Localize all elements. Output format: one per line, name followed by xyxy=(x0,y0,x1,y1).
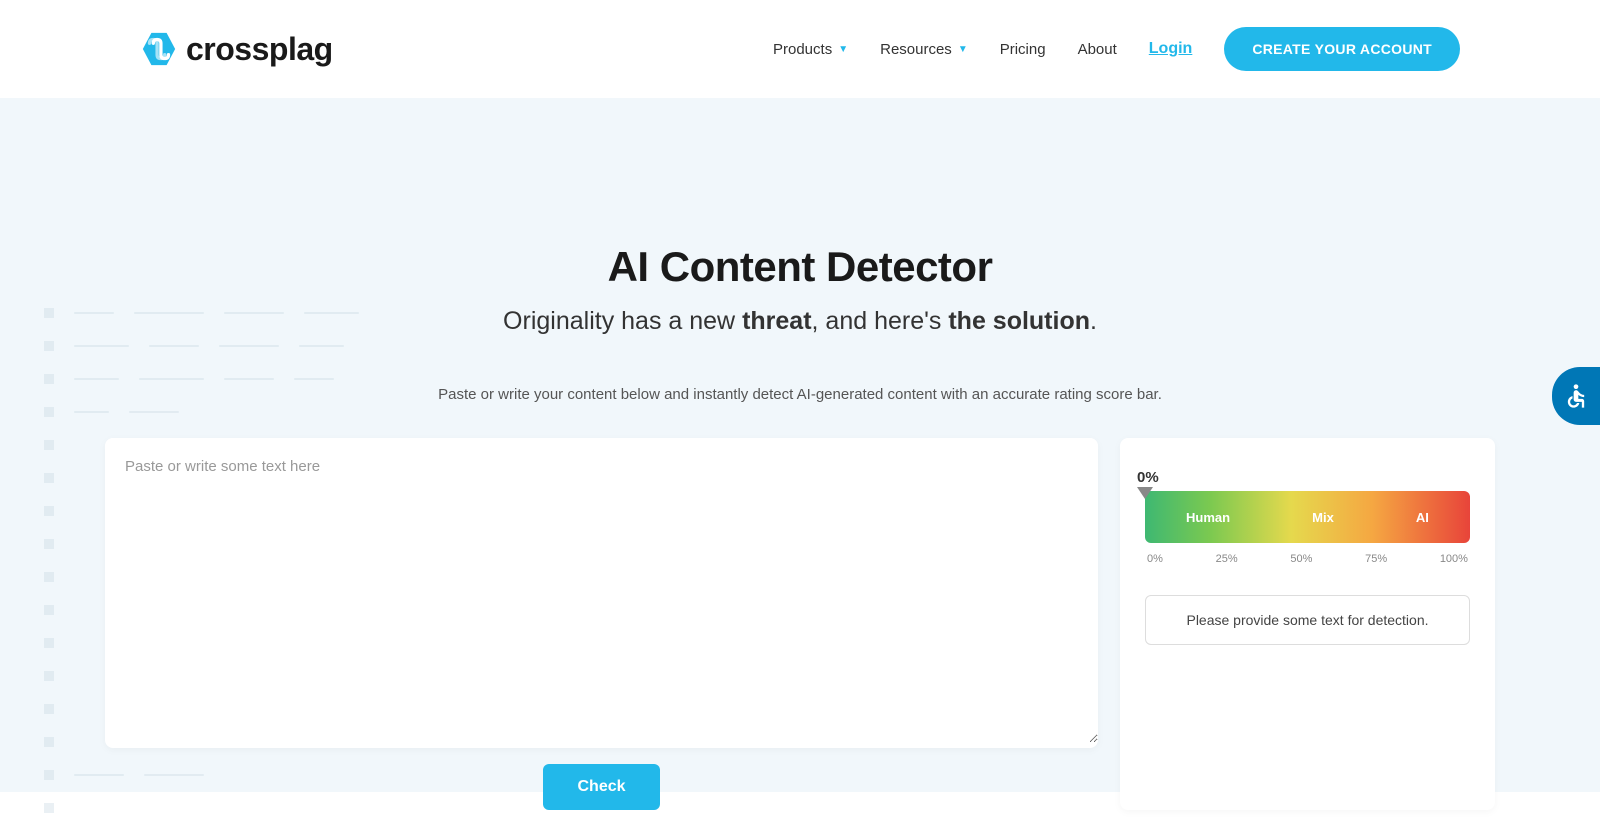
hero-content: AI Content Detector Originality has a ne… xyxy=(350,243,1250,403)
hero-section: AI Content Detector Originality has a ne… xyxy=(0,98,1600,792)
tick-0: 0% xyxy=(1147,553,1163,565)
score-pointer-icon xyxy=(1137,487,1153,499)
bar-label-human: Human xyxy=(1186,510,1230,525)
tick-labels: 0% 25% 50% 75% 100% xyxy=(1145,553,1470,565)
hero-subtitle: Originality has a new threat, and here's… xyxy=(350,307,1250,336)
detection-message: Please provide some text for detection. xyxy=(1145,595,1470,645)
content-textarea[interactable] xyxy=(105,438,1098,743)
results-panel: 0% Human Mix AI 0% 25% 50% 75% 100% Plea… xyxy=(1120,438,1495,810)
score-section: 0% Human Mix AI 0% 25% 50% 75% 100% xyxy=(1145,491,1470,565)
page-title: AI Content Detector xyxy=(350,243,1250,291)
subtitle-bold: the solution xyxy=(948,307,1090,335)
nav-products-label: Products xyxy=(773,41,832,58)
nav-about-label: About xyxy=(1078,41,1117,58)
check-button[interactable]: Check xyxy=(543,764,659,810)
hero-description: Paste or write your content below and in… xyxy=(350,386,1250,403)
nav-pricing-label: Pricing xyxy=(1000,41,1046,58)
tick-100: 100% xyxy=(1440,553,1468,565)
header: crossplag Products ▼ Resources ▼ Pricing… xyxy=(0,0,1600,98)
score-color-bar: Human Mix AI xyxy=(1145,491,1470,543)
logo-text: crossplag xyxy=(186,31,333,68)
nav-products[interactable]: Products ▼ xyxy=(773,41,848,58)
subtitle-text: , and here's xyxy=(812,307,949,335)
chevron-down-icon: ▼ xyxy=(838,44,848,55)
nav-about[interactable]: About xyxy=(1078,41,1117,58)
textarea-container xyxy=(105,438,1098,748)
login-link[interactable]: Login xyxy=(1149,40,1193,58)
bar-label-ai: AI xyxy=(1416,510,1429,525)
nav-resources[interactable]: Resources ▼ xyxy=(880,41,968,58)
subtitle-bold: threat xyxy=(742,307,811,335)
subtitle-text: . xyxy=(1090,307,1097,335)
subtitle-text: Originality has a new xyxy=(503,307,742,335)
logo-icon xyxy=(140,30,178,68)
chevron-down-icon: ▼ xyxy=(958,44,968,55)
accessibility-icon xyxy=(1562,382,1590,410)
score-value: 0% xyxy=(1137,469,1159,486)
logo[interactable]: crossplag xyxy=(140,30,333,68)
content-wrapper: Check 0% Human Mix AI 0% 25% 50% 75% 100… xyxy=(0,438,1600,810)
accessibility-button[interactable] xyxy=(1552,367,1600,425)
nav-pricing[interactable]: Pricing xyxy=(1000,41,1046,58)
bar-label-mix: Mix xyxy=(1312,510,1334,525)
tick-75: 75% xyxy=(1365,553,1387,565)
nav-resources-label: Resources xyxy=(880,41,952,58)
tick-50: 50% xyxy=(1290,553,1312,565)
tick-25: 25% xyxy=(1216,553,1238,565)
main-nav: Products ▼ Resources ▼ Pricing About Log… xyxy=(773,27,1460,71)
create-account-button[interactable]: CREATE YOUR ACCOUNT xyxy=(1224,27,1460,71)
